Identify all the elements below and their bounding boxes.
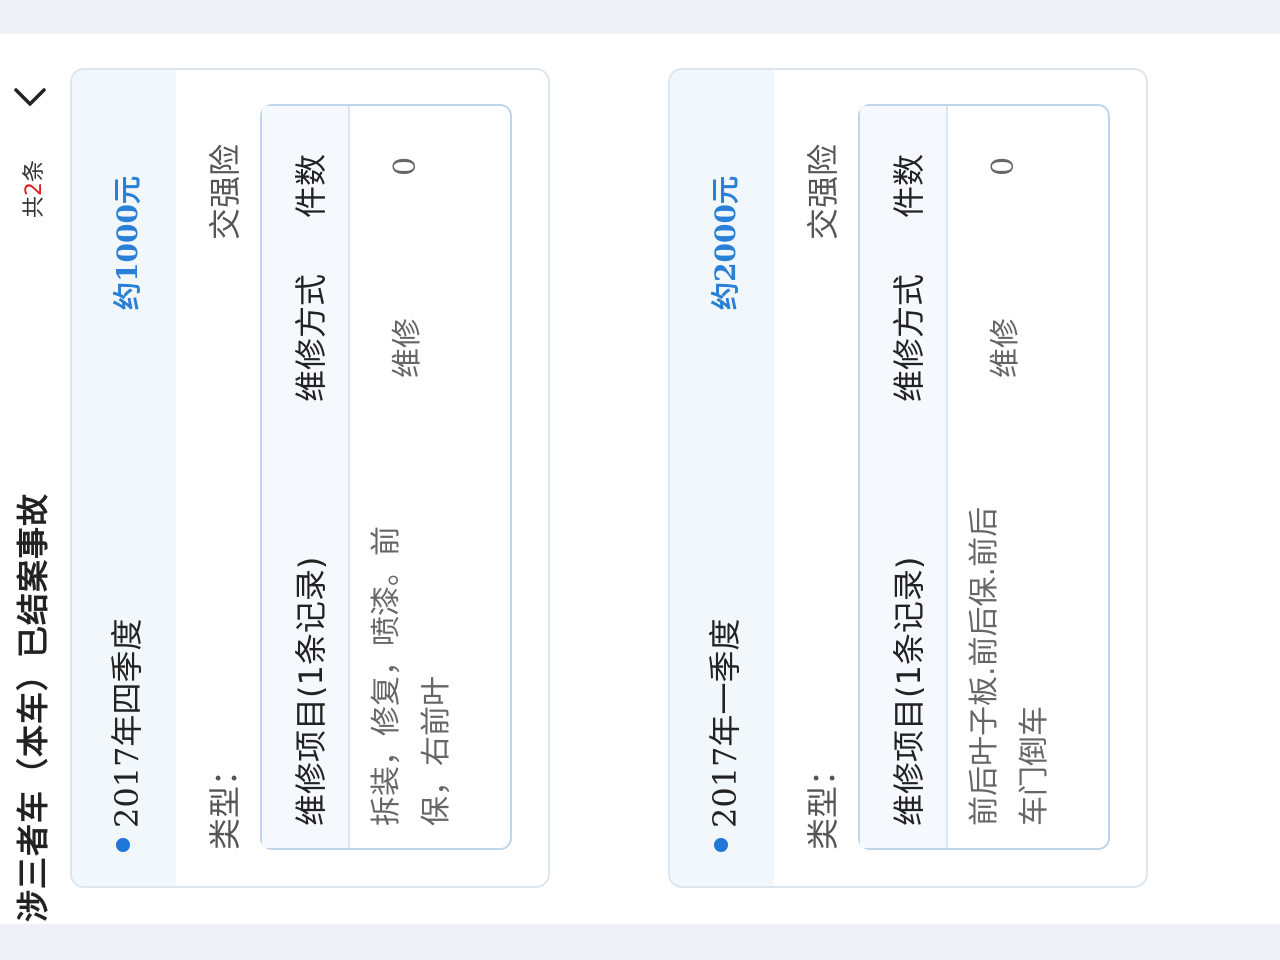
col-piece-count: 件数 bbox=[890, 153, 928, 218]
top-band bbox=[0, 0, 1280, 34]
quarter-label: 2017年一季度 bbox=[706, 618, 744, 828]
card-header: 2017年四季度 约1000元 bbox=[72, 70, 176, 886]
count-number: 2 bbox=[22, 181, 47, 196]
count-prefix: 共 bbox=[22, 195, 47, 218]
page-title: 涉三者车（本车）已结案事故 bbox=[14, 492, 52, 922]
repair-table: 维修项目(1条记录) 维修方式 件数 前后叶子板.前后保.前后车门倒车 维修 0 bbox=[858, 104, 1110, 850]
col-repair-method: 维修方式 bbox=[890, 273, 928, 402]
header: 涉三者车（本车）已结案事故 共2条 bbox=[0, 34, 60, 924]
repair-item-cell: 拆装，修复，喷漆。前保，右前叶 bbox=[369, 526, 454, 826]
col-repair-item: 维修项目(1条记录) bbox=[292, 556, 330, 826]
bottom-band bbox=[0, 924, 1280, 960]
repair-method-cell: 维修 bbox=[390, 318, 425, 378]
type-label: 类型： bbox=[804, 753, 842, 850]
type-value: 交强险 bbox=[206, 144, 244, 241]
col-repair-method: 维修方式 bbox=[292, 273, 330, 402]
count-suffix: 条 bbox=[22, 159, 47, 182]
col-piece-count: 件数 bbox=[292, 153, 330, 218]
piece-count-cell: 0 bbox=[388, 156, 423, 176]
amount-label: 约2000元 bbox=[709, 176, 742, 310]
type-label: 类型： bbox=[206, 753, 244, 850]
repair-table: 维修项目(1条记录) 维修方式 件数 拆装，修复，喷漆。前保，右前叶 维修 0 bbox=[260, 104, 512, 850]
chevron-left-icon[interactable] bbox=[12, 78, 48, 114]
repair-item-cell: 前后叶子板.前后保.前后车门倒车 bbox=[967, 506, 1052, 826]
col-repair-item: 维修项目(1条记录) bbox=[890, 556, 928, 826]
record-count: 共2条 bbox=[16, 160, 48, 218]
screen: 涉三者车（本车）已结案事故 共2条 2017年四季度 约1000元 类型： 交强… bbox=[0, 34, 1280, 924]
piece-count-cell: 0 bbox=[986, 156, 1021, 176]
bullet-dot-icon bbox=[714, 838, 728, 852]
rotated-content: 涉三者车（本车）已结案事故 共2条 2017年四季度 约1000元 类型： 交强… bbox=[0, 34, 1280, 924]
table-header: 维修项目(1条记录) 维修方式 件数 bbox=[860, 106, 948, 848]
card-header: 2017年一季度 约2000元 bbox=[670, 70, 774, 886]
table-header: 维修项目(1条记录) 维修方式 件数 bbox=[262, 106, 350, 848]
quarter-label: 2017年四季度 bbox=[108, 618, 146, 828]
bullet-dot-icon bbox=[116, 838, 130, 852]
accident-card: 2017年四季度 约1000元 类型： 交强险 维修项目(1条记录) 维修方式 … bbox=[70, 68, 550, 888]
accident-card: 2017年一季度 约2000元 类型： 交强险 维修项目(1条记录) 维修方式 … bbox=[668, 68, 1148, 888]
repair-method-cell: 维修 bbox=[988, 318, 1023, 378]
amount-label: 约1000元 bbox=[111, 176, 144, 310]
type-value: 交强险 bbox=[804, 144, 842, 241]
